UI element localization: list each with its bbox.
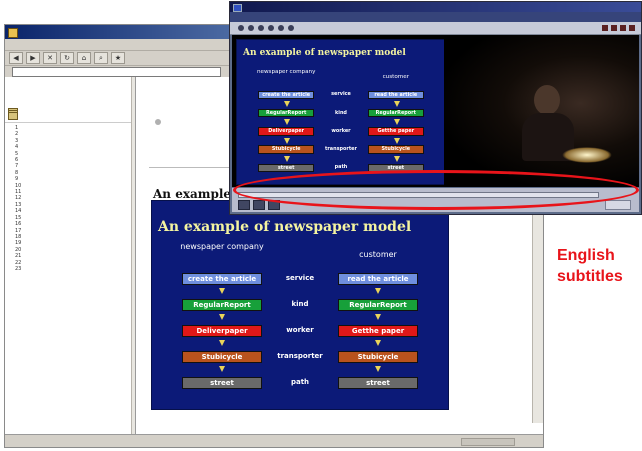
stop-icon[interactable]: ✕ xyxy=(43,52,57,64)
slide-relation-label: transporter xyxy=(325,146,357,153)
player-option-icon[interactable] xyxy=(602,25,608,31)
slide-arrow xyxy=(219,340,225,346)
fast-forward-icon[interactable] xyxy=(278,25,284,31)
callout-line-1: English xyxy=(557,247,615,264)
home-icon[interactable]: ⌂ xyxy=(77,52,91,64)
mute-icon[interactable] xyxy=(288,25,294,31)
slide-left-box: street xyxy=(182,377,262,389)
slide-arrow xyxy=(284,101,291,108)
video-slide-title: An example of newspaper model xyxy=(243,48,406,58)
slide-relation-label: path xyxy=(290,378,310,386)
slide-right-box: Stubicycle xyxy=(338,351,418,363)
slide-arrow xyxy=(219,314,225,320)
player-option-icon[interactable] xyxy=(611,25,617,31)
slide-image: An example of newspaper model newspaper … xyxy=(151,200,449,410)
favorites-icon[interactable]: ★ xyxy=(111,52,125,64)
slide-relation-label: kind xyxy=(291,300,309,308)
slide-column-header: newspaper company xyxy=(180,242,264,251)
player-toolbar xyxy=(230,22,641,35)
video-slide: An example of newspaper model newspaper … xyxy=(236,39,446,185)
rewind-icon[interactable] xyxy=(268,25,274,31)
slide-arrow xyxy=(393,119,400,126)
table-of-contents: 1 2 3 4 5 6 7 8 9 10 11 12 13 14 15 16 17 18 19 20 21 22 23 xyxy=(5,125,135,272)
status-bar xyxy=(5,434,543,447)
slide-relation-label: service xyxy=(285,274,315,282)
slide-title: An example of newspaper model xyxy=(158,219,412,235)
sidebar-heading xyxy=(5,113,135,123)
slide-right-box: read the article xyxy=(338,273,418,285)
back-icon[interactable]: ◀ xyxy=(9,52,23,64)
slide-left-box: Stubicycle xyxy=(182,351,262,363)
pause-button[interactable] xyxy=(253,200,265,210)
slide-column-header: customer xyxy=(382,74,410,81)
slide-arrow xyxy=(219,366,225,372)
slide-arrow xyxy=(375,340,381,346)
slide-column-header: customer xyxy=(359,250,397,259)
slide-left-box: Stubicycle xyxy=(258,145,315,154)
sidebar-link[interactable] xyxy=(5,111,135,120)
slide-relation-label: transporter xyxy=(277,352,323,360)
play-button[interactable] xyxy=(238,200,250,210)
slide-right-box: Stubicycle xyxy=(367,145,424,154)
slide-arrow xyxy=(393,101,400,108)
slide-right-box: RegularReport xyxy=(367,108,424,118)
video-area[interactable]: An example of newspaper model newspaper … xyxy=(232,35,639,187)
slide-right-box: Getthe paper xyxy=(338,325,418,337)
slide-arrow xyxy=(284,137,291,144)
desk-lamp xyxy=(562,147,612,163)
slide-right-box: street xyxy=(338,377,418,389)
speaker-head xyxy=(534,85,560,115)
slide-right-box: read the article xyxy=(367,90,424,100)
slide-arrow xyxy=(393,155,400,162)
nav-bullet-icon xyxy=(155,119,161,125)
sidebar: 1 2 3 4 5 6 7 8 9 10 11 12 13 14 15 16 17 18 19 20 21 22 23 xyxy=(5,77,136,435)
slide-relation-label: worker xyxy=(331,127,351,134)
callout-line-2: subtitles xyxy=(557,268,623,285)
slide-left-box: create the article xyxy=(258,90,315,100)
player-title-bar xyxy=(230,2,641,12)
slide-arrow xyxy=(219,288,225,294)
toc-item[interactable]: 23 xyxy=(5,266,135,272)
slide-column-header: newspaper company xyxy=(256,68,316,75)
player-app-icon xyxy=(233,4,242,12)
search-icon[interactable]: ⌕ xyxy=(94,52,108,64)
slide-left-box: Deliverpaper xyxy=(258,127,315,136)
content-nav xyxy=(155,119,164,125)
slide-arrow xyxy=(375,314,381,320)
slide-relation-label: worker xyxy=(286,326,314,334)
browser-app-icon xyxy=(8,28,18,38)
slide-right-box: RegularReport xyxy=(338,299,418,311)
slide-arrow xyxy=(393,137,400,144)
slide-arrow xyxy=(375,288,381,294)
play-icon[interactable] xyxy=(238,25,244,31)
slide-right-box: Getthe paper xyxy=(367,127,424,136)
speaker-video xyxy=(444,35,639,187)
slide-arrow xyxy=(284,155,291,162)
slide-arrow xyxy=(375,366,381,372)
slide-left-box: Deliverpaper xyxy=(182,325,262,337)
annotation-callout: English subtitles xyxy=(557,245,623,287)
slide-left-box: create the article xyxy=(182,273,262,285)
pause-icon[interactable] xyxy=(248,25,254,31)
address-input[interactable] xyxy=(12,67,221,77)
slide-relation-label: kind xyxy=(335,109,347,116)
subtitle-highlight-ellipse xyxy=(233,170,639,210)
player-option-icon[interactable] xyxy=(620,25,626,31)
folder-icon xyxy=(8,112,18,120)
stop-icon[interactable] xyxy=(258,25,264,31)
volume-slider[interactable] xyxy=(605,200,631,210)
slide-left-box: RegularReport xyxy=(182,299,262,311)
forward-icon[interactable]: ▶ xyxy=(26,52,40,64)
player-option-icon[interactable] xyxy=(629,25,635,31)
security-zone xyxy=(461,438,515,446)
sidebar-scrollbar[interactable] xyxy=(131,77,135,435)
slide-relation-label: service xyxy=(331,91,351,98)
toc-number: 23 xyxy=(15,265,22,272)
player-menu-bar xyxy=(230,12,641,22)
slide-arrow xyxy=(284,119,291,126)
slide-left-box: RegularReport xyxy=(258,108,315,118)
refresh-icon[interactable]: ↻ xyxy=(60,52,74,64)
